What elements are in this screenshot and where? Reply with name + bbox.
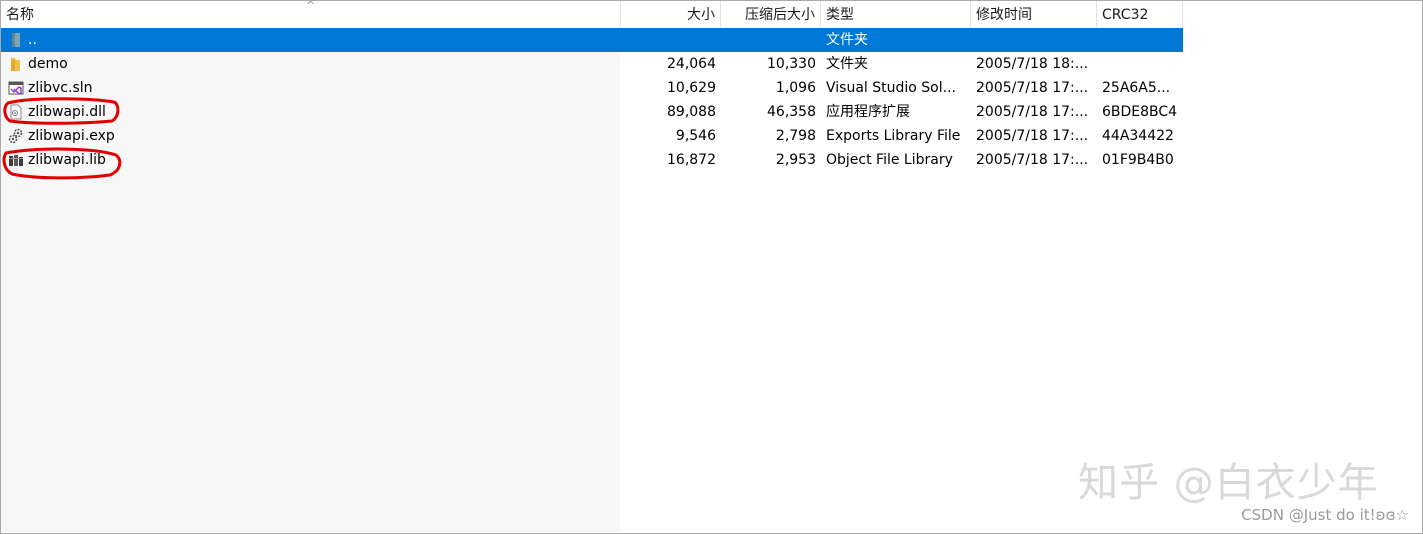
file-modified: 2005/7/18 17:...: [976, 80, 1089, 96]
file-type: Object File Library: [826, 152, 953, 168]
column-header-size[interactable]: 大小: [621, 1, 721, 27]
visual-studio-solution-icon: [8, 81, 24, 95]
column-header-packed-size-label: 压缩后大小: [745, 7, 815, 23]
file-name: zlibwapi.exp: [28, 128, 115, 144]
column-header-crc32-label: CRC32: [1102, 7, 1149, 23]
file-modified: [971, 28, 1097, 52]
file-packed-size: 1,096: [775, 80, 816, 96]
column-header-bar: 名称 ^ 大小 压缩后大小 类型 修改时间 CRC32: [1, 0, 1183, 27]
file-type: Exports Library File: [826, 128, 961, 144]
file-row-zlibwapi-exp[interactable]: zlibwapi.exp 9,546 2,798 Exports Library…: [1, 124, 1183, 148]
file-row-zlibwapi-dll[interactable]: zlibwapi.dll 89,088 46,358 应用程序扩展 2005/7…: [1, 100, 1183, 124]
file-type: Visual Studio Sol...: [826, 80, 956, 96]
parent-folder-icon: [12, 33, 20, 47]
exp-file-icon: [8, 128, 23, 144]
file-name: zlibvc.sln: [28, 80, 93, 96]
file-crc32: [1097, 28, 1183, 52]
file-crc32: 44A34422: [1102, 128, 1174, 144]
column-header-type-label: 类型: [826, 7, 854, 23]
file-crc32: 6BDE8BC4: [1102, 104, 1178, 120]
file-modified: 2005/7/18 17:...: [976, 128, 1089, 144]
column-header-name-label: 名称: [6, 7, 34, 23]
file-size: 10,629: [667, 80, 716, 96]
file-packed-size: 2,798: [775, 128, 816, 144]
file-crc32: 25A6A5...: [1102, 80, 1171, 96]
folder-icon: [11, 58, 20, 71]
file-name: demo: [28, 56, 68, 72]
column-header-modified-label: 修改时间: [976, 7, 1032, 23]
column-header-type[interactable]: 类型: [821, 1, 971, 27]
file-name: ..: [28, 32, 37, 48]
file-packed-size: 46,358: [767, 104, 816, 120]
file-crc32: 01F9B4B0: [1102, 152, 1174, 168]
file-packed-size: 10,330: [767, 56, 816, 72]
file-modified: 2005/7/18 17:...: [976, 152, 1089, 168]
file-row-demo[interactable]: demo 24,064 10,330 文件夹 2005/7/18 18:...: [1, 52, 1183, 76]
file-packed-size: [721, 28, 821, 52]
column-header-modified[interactable]: 修改时间: [971, 1, 1097, 27]
file-name: zlibwapi.dll: [28, 104, 106, 120]
lib-file-icon: [9, 155, 23, 166]
file-row-zlibvc-sln[interactable]: zlibvc.sln 10,629 1,096 Visual Studio So…: [1, 76, 1183, 100]
file-packed-size: 2,953: [775, 152, 816, 168]
file-size: [621, 28, 721, 52]
csdn-credit: CSDN @Just do it!ʚɞ☆: [1241, 506, 1409, 524]
file-type: 文件夹: [826, 56, 868, 72]
file-row-parent[interactable]: .. 文件夹: [1, 28, 1183, 52]
file-type: 文件夹: [826, 32, 868, 48]
column-header-crc32[interactable]: CRC32: [1097, 1, 1183, 27]
file-modified: 2005/7/18 17:...: [976, 104, 1089, 120]
file-modified: 2005/7/18 18:...: [976, 56, 1089, 72]
file-name: zlibwapi.lib: [28, 152, 106, 168]
file-crc32: [1097, 52, 1183, 76]
file-type: 应用程序扩展: [826, 104, 910, 120]
file-row-zlibwapi-lib[interactable]: zlibwapi.lib 16,872 2,953 Object File Li…: [1, 148, 1183, 172]
dll-file-icon: [10, 104, 22, 120]
zhihu-watermark: 知乎 @白衣少年: [1078, 460, 1379, 506]
file-size: 89,088: [667, 104, 716, 120]
file-size: 24,064: [667, 56, 716, 72]
column-header-size-label: 大小: [687, 7, 715, 23]
file-size: 16,872: [667, 152, 716, 168]
column-header-packed-size[interactable]: 压缩后大小: [721, 1, 821, 27]
sort-ascending-icon: ^: [306, 0, 316, 12]
file-size: 9,546: [675, 128, 716, 144]
